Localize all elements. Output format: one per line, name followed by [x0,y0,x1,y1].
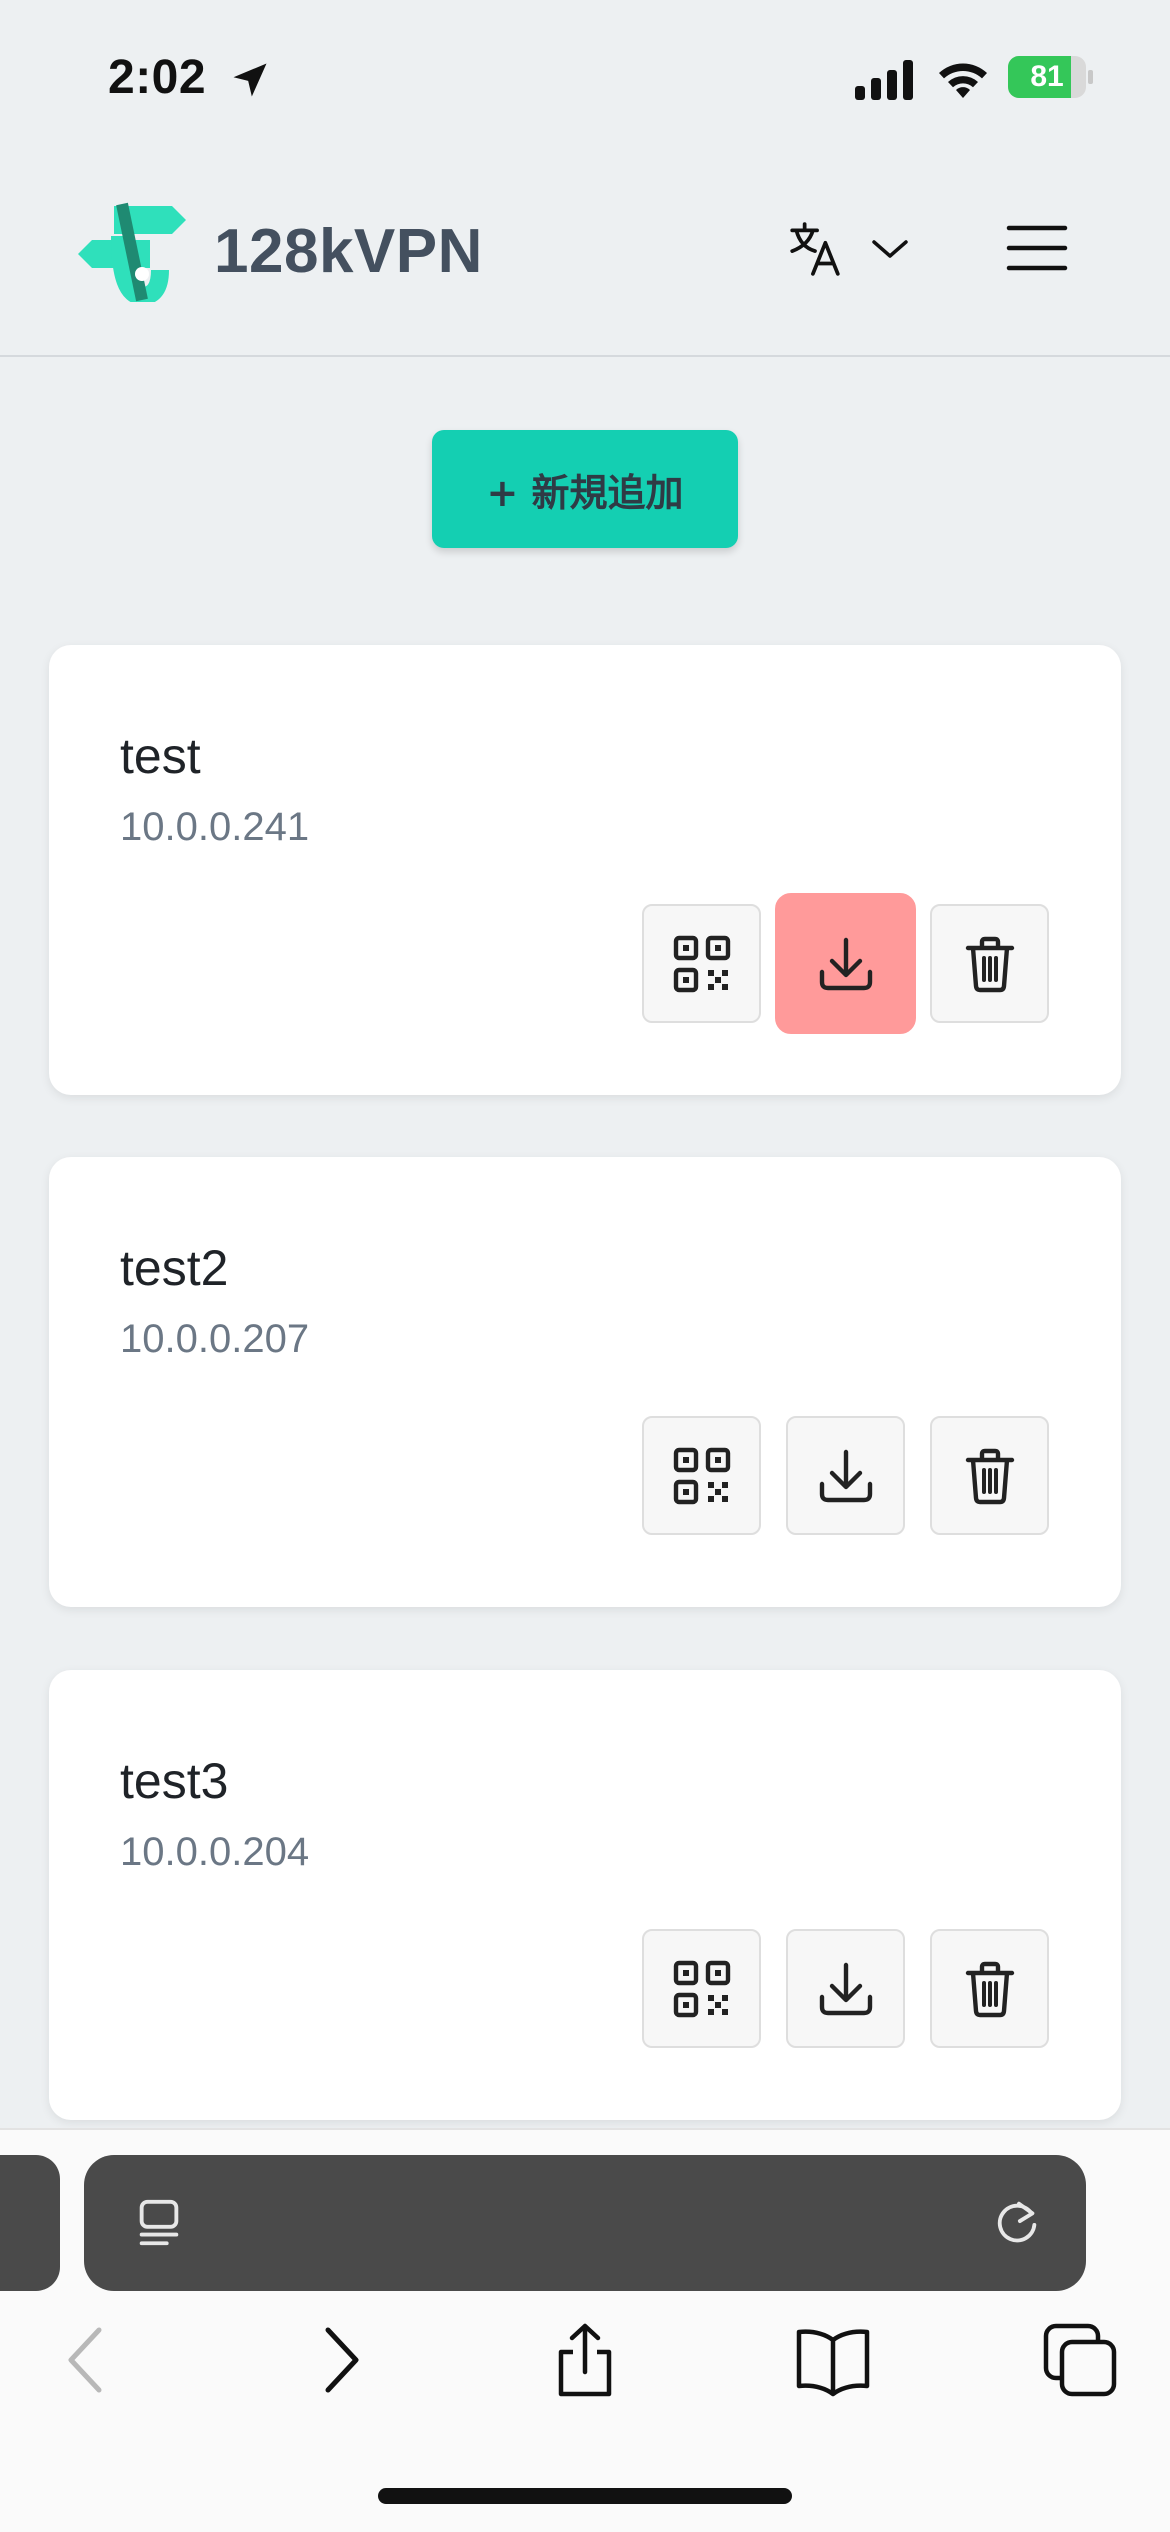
qr-code-button[interactable] [642,904,761,1023]
client-name: test2 [120,1240,229,1296]
delete-button[interactable] [930,1416,1049,1535]
browser-toolbar [0,2128,1170,2532]
client-ip: 10.0.0.204 [120,1830,310,1874]
qr-code-icon [673,1960,730,2017]
app-header: 128kVPN [0,150,1170,357]
language-selector[interactable] [786,214,916,284]
download-button[interactable] [786,1929,905,2048]
client-card: test2 10.0.0.207 [49,1157,1121,1607]
share-icon [558,2323,612,2397]
qr-code-icon [673,935,730,992]
download-icon [819,1449,872,1502]
trash-icon [965,1961,1014,2017]
forward-button[interactable] [300,2320,380,2400]
logo-icon [78,202,186,302]
wifi-icon [939,63,987,98]
delete-button[interactable] [930,904,1049,1023]
add-client-button[interactable]: + 新規追加 [432,430,738,548]
download-button[interactable] [775,893,916,1034]
home-indicator [378,2488,792,2504]
back-button[interactable] [47,2320,127,2400]
chevron-down-icon [872,240,908,258]
battery-level: 81 [1030,60,1064,93]
client-name: test [120,728,201,784]
download-icon [819,1962,872,2015]
delete-button[interactable] [930,1929,1049,2048]
location-arrow-icon [233,63,267,97]
status-bar: 2:02 81 [0,0,1170,150]
client-name: test3 [120,1753,229,1809]
bookmarks-icon [796,2329,870,2397]
qr-code-button[interactable] [642,1929,761,2048]
client-card: test3 10.0.0.204 [49,1670,1121,2120]
battery-charging-icon: 81 [1008,56,1093,98]
trash-icon [965,1448,1014,1504]
tabs-button[interactable] [1040,2320,1120,2400]
share-button[interactable] [545,2320,625,2400]
qr-code-icon [673,1447,730,1504]
reload-icon[interactable] [990,2195,1044,2251]
hamburger-icon[interactable] [1006,222,1068,274]
trash-icon [965,936,1014,992]
back-icon [68,2327,102,2393]
download-icon [819,937,872,990]
forward-icon [325,2327,359,2393]
previous-tab-peek[interactable] [0,2155,60,2291]
tabs-icon [1043,2323,1117,2397]
cellular-signal-icon [855,60,913,100]
client-card: test 10.0.0.241 [49,645,1121,1095]
translate-icon [790,222,840,276]
client-ip: 10.0.0.207 [120,1317,310,1361]
download-button[interactable] [786,1416,905,1535]
brand-name: 128kVPN [214,217,483,286]
qr-code-button[interactable] [642,1416,761,1535]
address-bar[interactable] [84,2155,1086,2291]
status-time: 2:02 [108,51,207,104]
page-menu-icon[interactable] [132,2195,186,2251]
client-ip: 10.0.0.241 [120,805,310,849]
bookmarks-button[interactable] [793,2320,873,2400]
